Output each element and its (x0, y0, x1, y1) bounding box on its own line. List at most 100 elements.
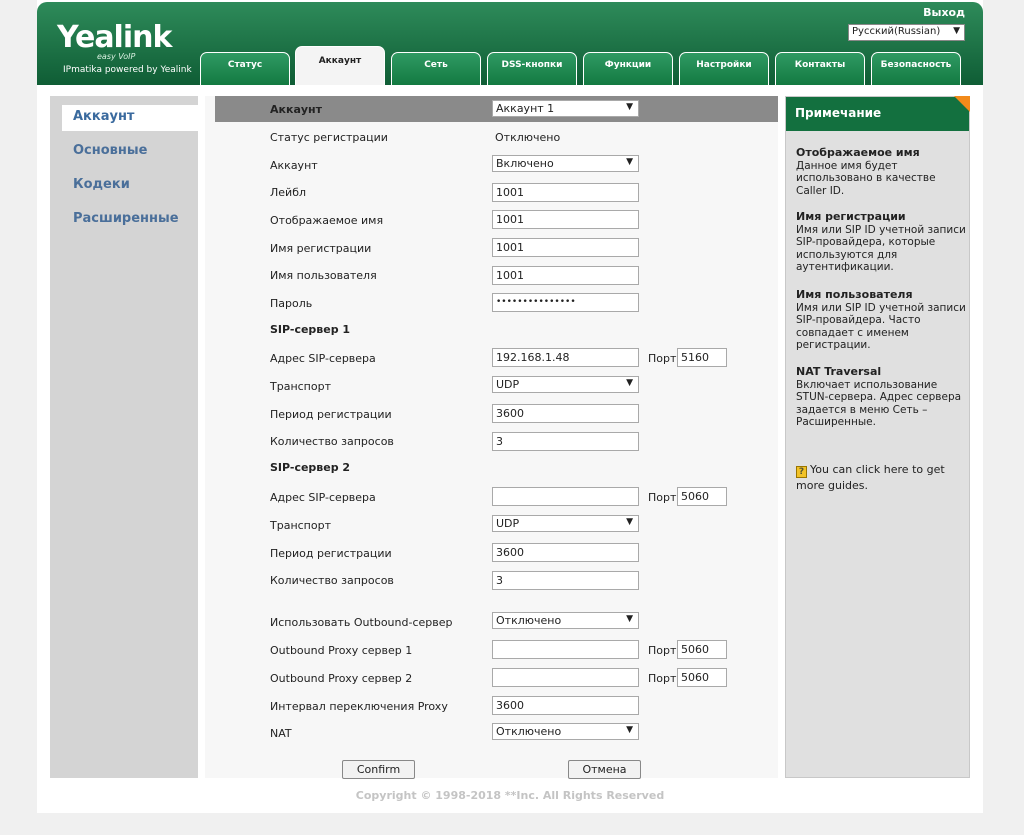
sidebar: Аккаунт Основные Кодеки Расширенные (50, 96, 198, 778)
sip2-port-label: Порт (648, 491, 677, 504)
display-name-field[interactable]: 1001 (492, 210, 639, 229)
sip1-title: SIP-сервер 1 (270, 323, 351, 336)
account-enable-value: Включено (496, 157, 554, 170)
language-select[interactable]: Русский(Russian) ▼ (848, 24, 965, 41)
note-block: Отображаемое имя Данное имя будет исполь… (796, 146, 966, 197)
reg-name-field[interactable]: 1001 (492, 238, 639, 257)
sip2-transport-label: Транспорт (270, 519, 331, 532)
yealink-logo: Yealink (57, 20, 172, 55)
password-field[interactable]: ••••••••••••••• (492, 293, 639, 312)
sidebar-item-basic[interactable]: Основные (62, 139, 198, 165)
proxy1-port-field[interactable]: 5060 (677, 640, 727, 659)
sip1-retries-label: Количество запросов (270, 435, 394, 448)
sip2-period-label: Период регистрации (270, 547, 392, 560)
account-selector-value: Аккаунт 1 (496, 102, 555, 115)
nat-select[interactable]: Отключено ▼ (492, 723, 639, 740)
note-block-title: Отображаемое имя (796, 146, 920, 159)
note-block-title: NAT Traversal (796, 365, 882, 378)
sidebar-item-advanced[interactable]: Расширенные (62, 207, 198, 233)
sip2-transport-select[interactable]: UDP ▼ (492, 515, 639, 532)
account-header-label: Аккаунт (270, 103, 323, 116)
logo-subtitle: easy VoIP (97, 52, 136, 61)
sip1-period-label: Период регистрации (270, 408, 392, 421)
tab-network[interactable]: Сеть (391, 52, 481, 85)
copyright-footer: Copyright © 1998-2018 **Inc. All Rights … (355, 789, 665, 802)
logout-link[interactable]: Выход (923, 6, 965, 19)
account-selector[interactable]: Аккаунт 1 ▼ (492, 100, 639, 117)
sip2-retries-field[interactable]: 3 (492, 571, 639, 590)
sip2-address-field[interactable] (492, 487, 639, 506)
chevron-down-icon: ▼ (626, 157, 633, 167)
chevron-down-icon: ▼ (626, 725, 633, 735)
sidebar-item-codecs[interactable]: Кодеки (62, 173, 198, 199)
label-field[interactable]: 1001 (492, 183, 639, 202)
cancel-button[interactable]: Отмена (568, 760, 641, 779)
guide-text: You can click here to get more guides. (796, 463, 945, 492)
nat-value: Отключено (496, 725, 562, 738)
sip1-period-field[interactable]: 3600 (492, 404, 639, 423)
proxy1-label: Outbound Proxy сервер 1 (270, 644, 413, 657)
proxy2-port-field[interactable]: 5060 (677, 668, 727, 687)
tab-settings[interactable]: Настройки (679, 52, 769, 85)
sip2-port-field[interactable]: 5060 (677, 487, 727, 506)
tab-account[interactable]: Аккаунт (295, 46, 385, 85)
chevron-down-icon: ▼ (626, 517, 633, 527)
username-field[interactable]: 1001 (492, 266, 639, 285)
sip1-transport-value: UDP (496, 378, 520, 391)
sip1-address-label: Адрес SIP-сервера (270, 352, 376, 365)
outbound-select[interactable]: Отключено ▼ (492, 612, 639, 629)
note-block-text: Имя или SIP ID учетной записи SIP-провай… (796, 301, 966, 352)
account-enable-select[interactable]: Включено ▼ (492, 155, 639, 172)
reg-status-label: Статус регистрации (270, 131, 388, 144)
tab-dss-keys[interactable]: DSS-кнопки (487, 52, 577, 85)
proxy-interval-field[interactable]: 3600 (492, 696, 639, 715)
sip2-transport-value: UDP (496, 517, 520, 530)
label-label: Лейбл (270, 186, 307, 199)
proxy2-port-label: Порт (648, 672, 677, 685)
note-block-text: Имя или SIP ID учетной записи SIP-провай… (796, 223, 966, 274)
sip1-transport-select[interactable]: UDP ▼ (492, 376, 639, 393)
note-block-title: Имя пользователя (796, 288, 913, 301)
sip1-port-field[interactable]: 5160 (677, 348, 727, 367)
nat-label: NAT (270, 727, 292, 740)
proxy2-label: Outbound Proxy сервер 2 (270, 672, 413, 685)
tab-security[interactable]: Безопасность (871, 52, 961, 85)
note-block: Имя пользователя Имя или SIP ID учетной … (796, 288, 966, 352)
note-panel: Примечание Отображаемое имя Данное имя б… (785, 96, 970, 778)
note-title: Примечание (786, 97, 969, 131)
help-icon: ? (796, 466, 807, 478)
language-value: Русский(Russian) (852, 26, 941, 37)
sip2-title: SIP-сервер 2 (270, 461, 351, 474)
chevron-down-icon: ▼ (626, 378, 633, 388)
confirm-button[interactable]: Confirm (342, 760, 415, 779)
note-block-text: Включает использование STUN-сервера. Адр… (796, 378, 962, 429)
password-label: Пароль (270, 297, 313, 310)
corner-flag-icon (954, 96, 970, 112)
reg-name-label: Имя регистрации (270, 242, 372, 255)
sip2-period-field[interactable]: 3600 (492, 543, 639, 562)
sip2-retries-label: Количество запросов (270, 574, 394, 587)
sip1-address-field[interactable]: 192.168.1.48 (492, 348, 639, 367)
tab-contacts[interactable]: Контакты (775, 52, 865, 85)
proxy-interval-label: Интервал переключения Proxy (270, 700, 448, 713)
note-block-title: Имя регистрации (796, 210, 906, 223)
tab-features[interactable]: Функции (583, 52, 673, 85)
chevron-down-icon: ▼ (626, 614, 633, 624)
note-block-text: Данное имя будет использовано в качестве… (796, 159, 936, 197)
sip1-retries-field[interactable]: 3 (492, 432, 639, 451)
tab-status[interactable]: Статус (200, 52, 290, 85)
sidebar-item-account[interactable]: Аккаунт (62, 105, 198, 131)
note-block: Имя регистрации Имя или SIP ID учетной з… (796, 210, 966, 274)
note-block: NAT Traversal Включает использование STU… (796, 365, 966, 429)
proxy1-field[interactable] (492, 640, 639, 659)
outbound-value: Отключено (496, 614, 562, 627)
proxy1-port-label: Порт (648, 644, 677, 657)
chevron-down-icon: ▼ (626, 102, 633, 112)
outbound-label: Использовать Outbound-сервер (270, 616, 453, 629)
proxy2-field[interactable] (492, 668, 639, 687)
sip1-port-label: Порт (648, 352, 677, 365)
guide-link[interactable]: ? You can click here to get more guides. (796, 462, 966, 493)
chevron-down-icon: ▼ (953, 26, 960, 36)
username-label: Имя пользователя (270, 269, 377, 282)
sip1-transport-label: Транспорт (270, 380, 331, 393)
